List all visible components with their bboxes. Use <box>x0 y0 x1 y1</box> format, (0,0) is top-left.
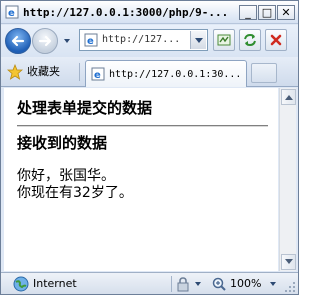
resize-grip-icon[interactable] <box>284 281 296 293</box>
chevron-down-icon <box>195 38 203 43</box>
vertical-scrollbar[interactable] <box>279 88 296 271</box>
compat-view-icon <box>217 34 231 46</box>
toolbar-separator <box>79 63 80 81</box>
security-zone-label: Internet <box>33 277 77 290</box>
window-title: http://127.0.0.1:3000/php/9-... <box>23 6 229 19</box>
address-input[interactable]: http://127... <box>102 33 184 47</box>
stop-icon <box>270 34 282 46</box>
ie-page-icon: e <box>5 5 19 19</box>
page-heading: 处理表单提交的数据 <box>17 99 153 117</box>
navigation-bar: e http://127... <box>1 25 298 57</box>
section-heading: 接收到的数据 <box>17 134 108 152</box>
new-tab-button[interactable] <box>251 63 277 83</box>
protected-mode-icon[interactable] <box>175 276 191 292</box>
recent-pages-dropdown[interactable] <box>63 37 71 45</box>
svg-text:e: e <box>87 36 94 47</box>
back-button[interactable] <box>5 28 31 54</box>
back-arrow-icon <box>11 35 25 47</box>
refresh-icon <box>244 33 256 47</box>
chevron-down-icon[interactable] <box>194 280 202 288</box>
address-bar[interactable]: e http://127... <box>79 29 208 51</box>
zoom-level[interactable]: 100% <box>230 276 261 292</box>
favorites-button[interactable]: 收藏夹 <box>7 62 73 82</box>
forward-button[interactable] <box>32 28 58 54</box>
tab-title: http://127.0.0.1:30... <box>109 69 242 80</box>
favorites-label: 收藏夹 <box>27 65 60 78</box>
close-button[interactable]: ✕ <box>277 5 295 20</box>
ie-page-icon: e <box>84 33 98 47</box>
ie-page-icon: e <box>91 67 105 81</box>
status-bar: Internet 100% <box>1 272 298 294</box>
chevron-down-icon[interactable] <box>269 280 277 288</box>
browser-window: e http://127.0.0.1:3000/php/9-... _ □ ✕ … <box>0 0 299 295</box>
address-dropdown-button[interactable] <box>190 31 206 49</box>
favorites-bar: 收藏夹 e http://127.0.0.1:30... <box>1 57 298 87</box>
favorites-star-icon <box>7 64 23 80</box>
minimize-button[interactable]: _ <box>239 5 257 20</box>
age-text: 你现在有32岁了。 <box>17 185 133 201</box>
page-content: 处理表单提交的数据 接收到的数据 你好，张国华。 你现在有32岁了。 <box>4 88 278 271</box>
globe-icon <box>13 276 29 292</box>
horizontal-rule <box>17 125 268 127</box>
tab-active[interactable]: e http://127.0.0.1:30... <box>85 60 247 87</box>
svg-text:e: e <box>8 8 15 19</box>
greeting-text: 你好，张国华。 <box>17 168 115 184</box>
refresh-button[interactable] <box>239 29 261 51</box>
chevron-down-icon <box>285 259 293 264</box>
scroll-up-button[interactable] <box>281 89 296 105</box>
scroll-down-button[interactable] <box>281 254 296 270</box>
forward-arrow-icon <box>38 35 52 47</box>
stop-button[interactable] <box>265 29 287 51</box>
zoom-icon[interactable] <box>211 276 227 292</box>
compatibility-view-button[interactable] <box>213 29 235 51</box>
title-bar: e http://127.0.0.1:3000/php/9-... _ □ ✕ <box>1 1 298 24</box>
maximize-button[interactable]: □ <box>258 5 276 20</box>
status-separator <box>171 276 172 292</box>
chevron-up-icon <box>285 95 293 100</box>
svg-text:e: e <box>94 70 101 81</box>
